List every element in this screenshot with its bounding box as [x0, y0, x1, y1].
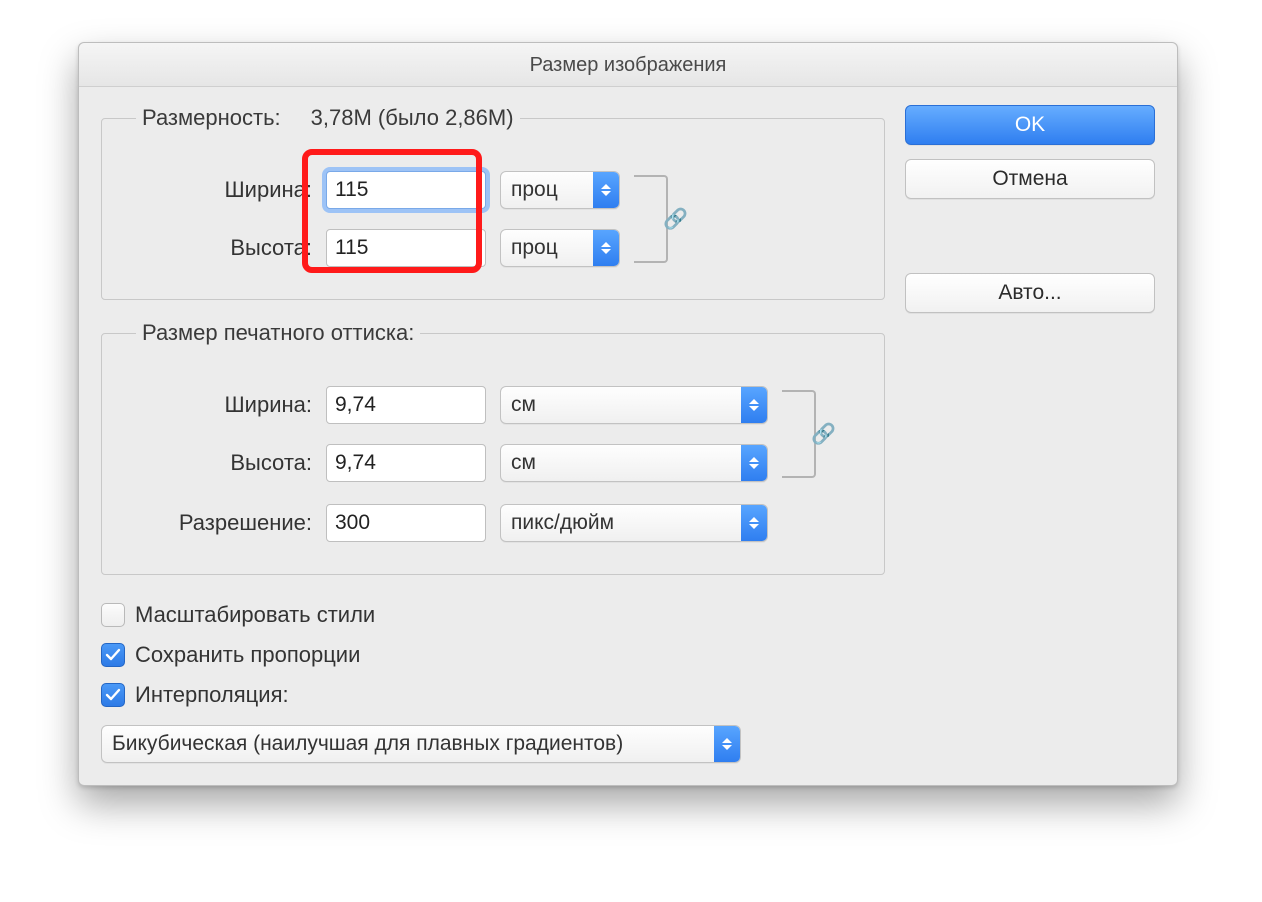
scale-styles-checkbox[interactable] [101, 603, 125, 627]
height-input[interactable] [326, 229, 486, 267]
height-unit-select[interactable]: проц [500, 229, 620, 267]
stepper-arrows-icon [593, 172, 619, 208]
dimensions-value: 3,78M (было 2,86M) [311, 105, 514, 131]
interpolation-row[interactable]: Интерполяция: [101, 675, 885, 715]
dimensions-legend-label: Размерность: [142, 105, 281, 131]
height-unit-value: проц [501, 236, 593, 260]
link-bracket: 🔗 [782, 390, 816, 478]
keep-proportions-label: Сохранить пропорции [135, 642, 360, 668]
cancel-button[interactable]: Отмена [905, 159, 1155, 199]
resolution-input[interactable] [326, 504, 486, 542]
keep-proportions-checkbox[interactable] [101, 643, 125, 667]
resolution-label: Разрешение: [122, 510, 312, 536]
link-icon[interactable]: 🔗 [811, 422, 836, 447]
print-width-input[interactable] [326, 386, 486, 424]
check-icon [105, 647, 121, 663]
image-size-dialog: Размер изображения Размерность: 3,78M (б… [78, 42, 1178, 786]
resolution-unit-select[interactable]: пикс/дюйм [500, 504, 768, 542]
check-icon [105, 687, 121, 703]
stepper-arrows-icon [741, 445, 767, 481]
window-title: Размер изображения [79, 43, 1177, 87]
width-label: Ширина: [122, 177, 312, 203]
print-height-unit-select[interactable]: см [500, 444, 768, 482]
print-legend: Размер печатного оттиска: [136, 320, 420, 346]
print-width-unit-select[interactable]: см [500, 386, 768, 424]
print-width-label: Ширина: [122, 392, 312, 418]
keep-proportions-row[interactable]: Сохранить пропорции [101, 635, 885, 675]
stepper-arrows-icon [741, 387, 767, 423]
stepper-arrows-icon [741, 505, 767, 541]
interpolation-label: Интерполяция: [135, 682, 289, 708]
group-dimensions: Размерность: 3,78M (было 2,86M) Ширина: … [101, 105, 885, 300]
interpolation-method-select[interactable]: Бикубическая (наилучшая для плавных град… [101, 725, 741, 763]
print-height-unit-value: см [501, 451, 741, 475]
width-input[interactable] [326, 171, 486, 209]
ok-button[interactable]: OK [905, 105, 1155, 145]
interpolation-checkbox[interactable] [101, 683, 125, 707]
width-unit-value: проц [501, 178, 593, 202]
link-icon[interactable]: 🔗 [663, 207, 688, 232]
print-width-unit-value: см [501, 393, 741, 417]
resolution-unit-value: пикс/дюйм [501, 511, 741, 535]
link-bracket: 🔗 [634, 175, 668, 263]
height-label: Высота: [122, 235, 312, 261]
width-unit-select[interactable]: проц [500, 171, 620, 209]
group-print-size: Размер печатного оттиска: Ширина: см [101, 320, 885, 575]
stepper-arrows-icon [714, 726, 740, 762]
dimensions-legend: Размерность: 3,78M (было 2,86M) [136, 105, 520, 131]
scale-styles-label: Масштабировать стили [135, 602, 375, 628]
print-height-input[interactable] [326, 444, 486, 482]
print-height-label: Высота: [122, 450, 312, 476]
interpolation-method-value: Бикубическая (наилучшая для плавных град… [102, 732, 714, 756]
auto-button[interactable]: Авто... [905, 273, 1155, 313]
scale-styles-row[interactable]: Масштабировать стили [101, 595, 885, 635]
stepper-arrows-icon [593, 230, 619, 266]
